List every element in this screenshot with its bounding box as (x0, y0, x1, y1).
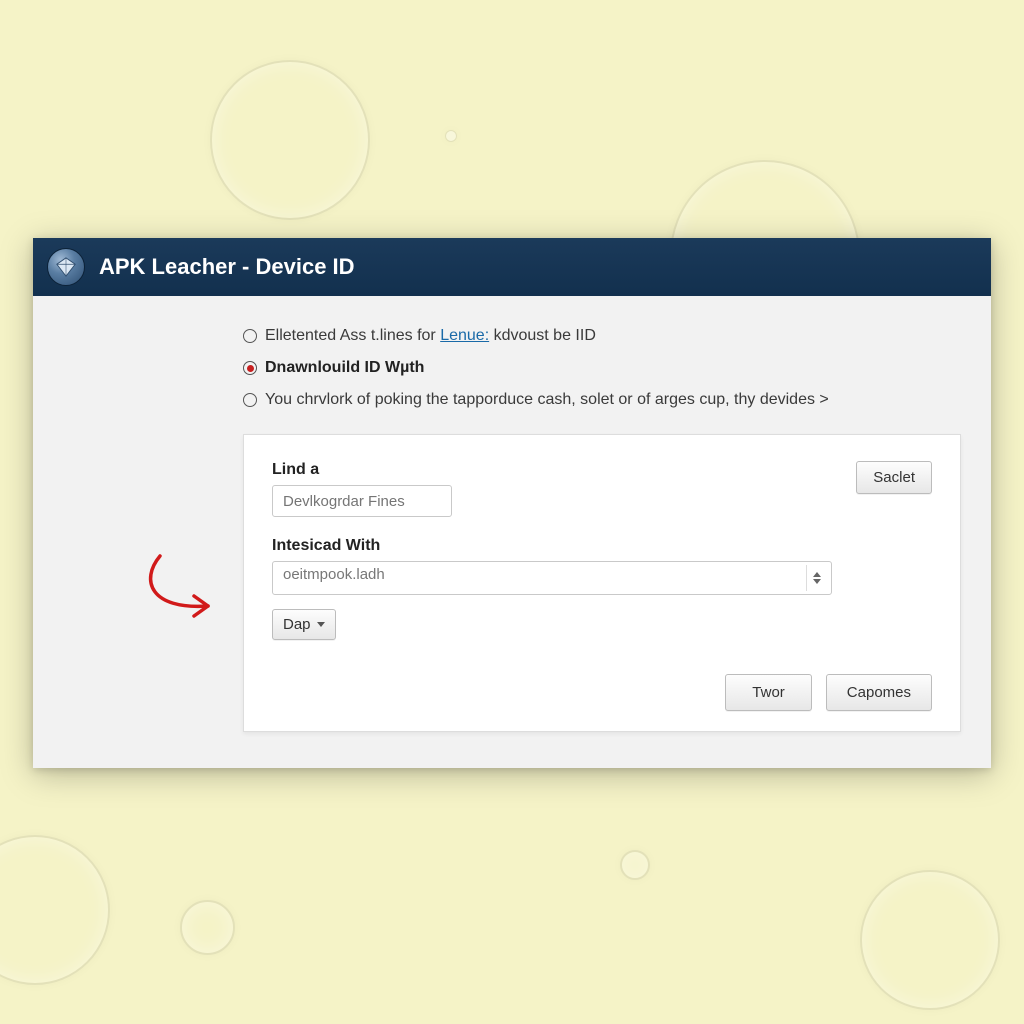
bg-bubble (620, 850, 650, 880)
radio-option-3[interactable]: You chrvlork of poking the tapporduce ca… (243, 384, 961, 416)
bg-bubble (180, 900, 235, 955)
radio-text-prefix: Elletented Ass t.lines for (265, 327, 440, 344)
button-label: Dap (283, 616, 311, 633)
radio-option-1[interactable]: Elletented Ass t.lines for Lenue: kdvous… (243, 320, 961, 352)
radio-label: Dnawnlouild ID Wµth (265, 356, 424, 380)
radio-icon-selected (243, 361, 257, 375)
field-intesicad-with: Intesicad With oeitmpook.ladh (272, 537, 932, 595)
intesicad-select[interactable]: oeitmpook.ladh (272, 561, 832, 595)
chevron-down-icon (317, 622, 325, 627)
radio-label: You chrvlork of poking the tapporduce ca… (265, 388, 829, 412)
radio-group: Elletented Ass t.lines for Lenue: kdvous… (243, 320, 961, 416)
diamond-icon (55, 256, 77, 278)
radio-label: Elletented Ass t.lines for Lenue: kdvous… (265, 324, 596, 348)
lenue-link[interactable]: Lenue: (440, 327, 489, 344)
button-label: Capomes (847, 684, 911, 701)
app-icon (47, 248, 85, 286)
radio-icon (243, 329, 257, 343)
radio-text-suffix: kdvoust be IID (494, 327, 596, 344)
bg-bubble (445, 130, 457, 142)
updown-icon (806, 565, 826, 591)
field-label: Intesicad With (272, 537, 932, 555)
capomes-button[interactable]: Capomes (826, 674, 932, 711)
radio-option-2[interactable]: Dnawnlouild ID Wµth (243, 352, 961, 384)
dap-dropdown-button[interactable]: Dap (272, 609, 336, 640)
twor-button[interactable]: Twor (725, 674, 812, 711)
select-value: oeitmpook.ladh (272, 561, 832, 595)
field-lind-a: Lind a (272, 461, 452, 517)
button-label: Twor (752, 684, 785, 701)
bg-bubble (860, 870, 1000, 1010)
title-bar: APK Leacher - Device ID (33, 238, 991, 296)
button-label: Saclet (873, 469, 915, 486)
lind-a-input[interactable] (272, 485, 452, 517)
radio-icon (243, 393, 257, 407)
window-body: Elletented Ass t.lines for Lenue: kdvous… (33, 296, 991, 768)
form-panel: Lind a Saclet Intesicad With oeitmpook.l… (243, 434, 961, 732)
window-title: APK Leacher - Device ID (99, 254, 355, 280)
app-window: APK Leacher - Device ID Elletented Ass t… (33, 238, 991, 768)
bg-bubble (0, 835, 110, 985)
saclet-button[interactable]: Saclet (856, 461, 932, 494)
bg-bubble (210, 60, 370, 220)
panel-actions: Twor Capomes (272, 674, 932, 711)
field-label: Lind a (272, 461, 452, 479)
